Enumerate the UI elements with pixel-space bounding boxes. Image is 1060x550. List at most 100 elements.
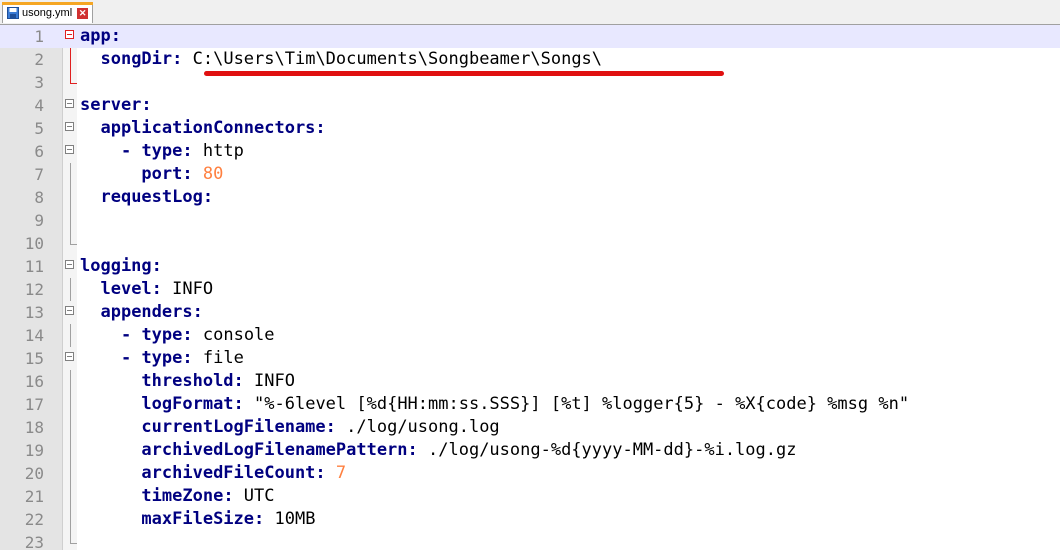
fold-guide bbox=[70, 370, 71, 393]
yaml-colon: : bbox=[110, 26, 121, 46]
line-number: 13 bbox=[24, 303, 44, 322]
code-line[interactable]: 16 threshold: INFO bbox=[0, 370, 1060, 393]
code-line[interactable]: 15 - type: file bbox=[0, 347, 1060, 370]
code-text: - type: http bbox=[80, 140, 244, 163]
line-number: 2 bbox=[34, 50, 44, 69]
line-number: 1 bbox=[34, 27, 44, 46]
line-number: 22 bbox=[24, 510, 44, 529]
code-line[interactable]: 21 timeZone: UTC bbox=[0, 485, 1060, 508]
yaml-colon: : bbox=[192, 302, 203, 322]
fold-toggle-icon[interactable] bbox=[65, 122, 74, 131]
code-text: port: 80 bbox=[80, 163, 223, 186]
code-line[interactable]: 17 logFormat: "%-6level [%d{HH:mm:ss.SSS… bbox=[0, 393, 1060, 416]
yaml-key: logging bbox=[80, 256, 152, 276]
code-text: appenders: bbox=[80, 301, 203, 324]
code-line[interactable]: 7 port: 80 bbox=[0, 163, 1060, 186]
yaml-key: archivedLogFilenamePattern bbox=[141, 440, 408, 460]
line-number: 6 bbox=[34, 142, 44, 161]
fold-end-marker bbox=[70, 232, 77, 245]
code-text: logFormat: "%-6level [%d{HH:mm:ss.SSS}] … bbox=[80, 393, 909, 416]
list-dash: - bbox=[120, 141, 142, 161]
code-line[interactable]: 19 archivedLogFilenamePattern: ./log/uso… bbox=[0, 439, 1060, 462]
red-underline-annotation bbox=[204, 71, 724, 76]
line-number: 19 bbox=[24, 441, 44, 460]
list-dash: - bbox=[120, 325, 142, 345]
code-line[interactable]: 11 logging: bbox=[0, 255, 1060, 278]
code-line[interactable]: 10 bbox=[0, 232, 1060, 255]
code-line[interactable]: 2 songDir: C:\Users\Tim\Documents\Songbe… bbox=[0, 48, 1060, 71]
fold-guide bbox=[70, 186, 71, 209]
code-line[interactable]: 13 appenders: bbox=[0, 301, 1060, 324]
yaml-colon: : bbox=[182, 164, 193, 184]
fold-toggle-icon[interactable] bbox=[65, 306, 74, 315]
fold-end-marker bbox=[70, 531, 77, 544]
yaml-key: port bbox=[141, 164, 183, 184]
fold-guide bbox=[70, 485, 71, 508]
line-number: 15 bbox=[24, 349, 44, 368]
code-line[interactable]: 18 currentLogFilename: ./log/usong.log bbox=[0, 416, 1060, 439]
fold-toggle-icon[interactable] bbox=[65, 30, 74, 39]
fold-guide bbox=[70, 462, 71, 485]
line-number: 16 bbox=[24, 372, 44, 391]
code-text: maxFileSize: 10MB bbox=[80, 508, 315, 531]
yaml-key: songDir bbox=[100, 49, 173, 69]
code-text: logging: bbox=[80, 255, 162, 278]
code-text: - type: file bbox=[80, 347, 244, 370]
yaml-colon: : bbox=[315, 118, 326, 138]
fold-guide bbox=[70, 508, 71, 531]
code-line[interactable]: 22 maxFileSize: 10MB bbox=[0, 508, 1060, 531]
fold-guide bbox=[70, 416, 71, 439]
close-icon[interactable]: ✕ bbox=[77, 7, 89, 19]
code-text: threshold: INFO bbox=[80, 370, 295, 393]
code-line[interactable]: 12 level: INFO bbox=[0, 278, 1060, 301]
line-number: 9 bbox=[34, 211, 44, 230]
yaml-key: appenders bbox=[100, 302, 193, 322]
yaml-value: 10MB bbox=[264, 509, 316, 529]
yaml-key: applicationConnectors bbox=[100, 118, 316, 138]
code-text: timeZone: UTC bbox=[80, 485, 274, 508]
code-text: songDir: C:\Users\Tim\Documents\Songbeam… bbox=[80, 48, 602, 71]
yaml-key: archivedFileCount bbox=[141, 463, 316, 483]
yaml-value: ./log/usong.log bbox=[335, 417, 500, 437]
code-line[interactable]: 14 - type: console bbox=[0, 324, 1060, 347]
yaml-key: server bbox=[80, 95, 142, 115]
tab-usong-yml[interactable]: usong.yml ✕ bbox=[1, 2, 94, 23]
yaml-value: console bbox=[192, 325, 275, 345]
code-line[interactable]: 23 bbox=[0, 531, 1060, 550]
yaml-value: INFO bbox=[243, 371, 295, 391]
yaml-key: maxFileSize bbox=[141, 509, 255, 529]
yaml-key: app bbox=[80, 26, 111, 46]
code-text: server: bbox=[80, 94, 152, 117]
yaml-key: logFormat bbox=[141, 394, 234, 414]
code-line[interactable]: 8 requestLog: bbox=[0, 186, 1060, 209]
code-text: - type: console bbox=[80, 324, 275, 347]
fold-guide bbox=[70, 209, 71, 232]
fold-toggle-icon[interactable] bbox=[65, 260, 74, 269]
tab-label: usong.yml bbox=[22, 7, 73, 19]
fold-toggle-icon[interactable] bbox=[65, 352, 74, 361]
code-line[interactable]: 1 app: bbox=[0, 25, 1060, 48]
yaml-value: C:\Users\Tim\Documents\Songbeamer\Songs\ bbox=[182, 49, 603, 69]
code-line[interactable]: 20 archivedFileCount: 7 bbox=[0, 462, 1060, 485]
code-text: applicationConnectors: bbox=[80, 117, 326, 140]
code-line[interactable]: 6 - type: http bbox=[0, 140, 1060, 163]
yaml-key: currentLogFilename bbox=[141, 417, 326, 437]
yaml-colon: : bbox=[151, 256, 162, 276]
code-text: archivedLogFilenamePattern: ./log/usong-… bbox=[80, 439, 796, 462]
code-line[interactable]: 5 applicationConnectors: bbox=[0, 117, 1060, 140]
yaml-colon: : bbox=[233, 371, 244, 391]
line-number: 4 bbox=[34, 96, 44, 115]
code-line[interactable]: 9 bbox=[0, 209, 1060, 232]
code-line[interactable]: 4 server: bbox=[0, 94, 1060, 117]
fold-toggle-icon[interactable] bbox=[65, 145, 74, 154]
code-editor[interactable]: 1 app: 2 songDir: C:\Users\Tim\Documents\S… bbox=[0, 25, 1060, 550]
yaml-key: type bbox=[141, 141, 183, 161]
fold-toggle-icon[interactable] bbox=[65, 99, 74, 108]
